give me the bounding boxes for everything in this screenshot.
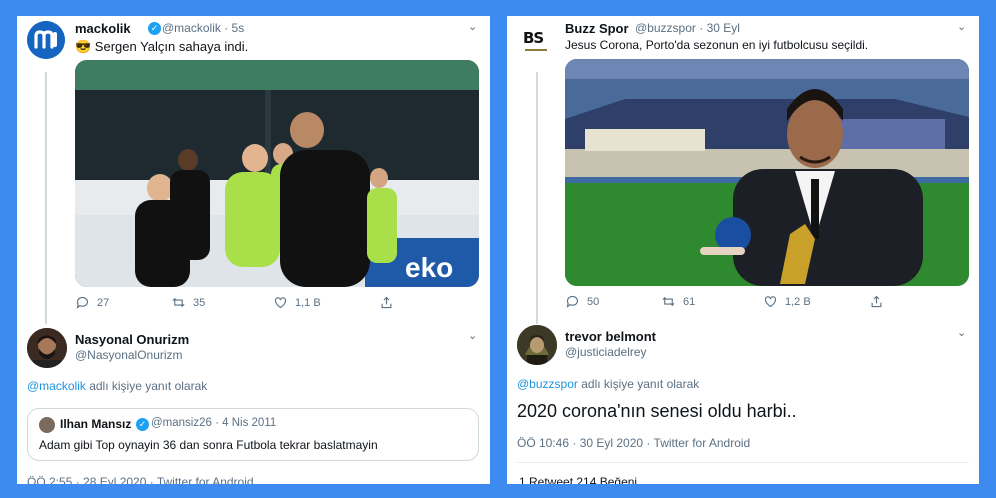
training-photo: eko — [75, 60, 479, 287]
left-tweet-panel: mackolik ✓ @mackolik · 5s ⌄ 😎 Sergen Yal… — [17, 16, 490, 484]
engagement-stats[interactable]: 1 Retweet 214 Beğeni — [519, 475, 637, 484]
author-handle[interactable]: @mackolik — [162, 21, 221, 35]
reply-icon — [566, 295, 579, 308]
reply-count: 50 — [587, 295, 600, 308]
retweet-count: 35 — [193, 296, 206, 309]
quoted-author-name: Ilhan Mansız — [60, 417, 132, 431]
mackolik-avatar[interactable] — [27, 21, 65, 59]
quoted-author-avatar — [39, 417, 55, 433]
logo-underline — [525, 49, 547, 51]
like-count: 1,2 B — [785, 295, 811, 308]
reply-timestamp[interactable]: ÖÖ 10:46 · 30 Eyl 2020 · Twitter for And… — [517, 436, 750, 450]
tweet-time[interactable]: 5s — [232, 21, 245, 35]
like-action[interactable]: 1,1 B — [273, 295, 379, 310]
quoted-author-handle: @mansiz26 — [151, 417, 212, 429]
tweet-text: 😎 Sergen Yalçın sahaya indi. — [75, 39, 249, 54]
reply-icon — [76, 296, 89, 309]
chevron-down-icon[interactable]: ⌄ — [468, 329, 477, 342]
reply-context: @mackolik adlı kişiye yanıt olarak — [27, 379, 207, 393]
reply-context: @buzzspor adlı kişiye yanıt olarak — [517, 377, 699, 391]
tweet-actions: 27 35 1,1 B — [75, 295, 394, 310]
divider — [517, 462, 969, 463]
author-handle[interactable]: @buzzspor — [635, 21, 696, 35]
tweet-actions: 50 61 1,2 B — [565, 294, 884, 309]
retweet-count: 61 — [683, 295, 696, 308]
retweet-action[interactable]: 61 — [661, 294, 763, 309]
quoted-text: Adam gibi Top oynayin 36 dan sonra Futbo… — [39, 438, 378, 452]
like-icon — [764, 296, 777, 308]
reply-to-suffix: adlı kişiye yanıt olarak — [89, 379, 208, 393]
retweet-action[interactable]: 35 — [171, 295, 273, 310]
tweet-photo[interactable]: eko — [75, 60, 479, 287]
mackolik-logo — [27, 21, 65, 59]
reply-author-name[interactable]: trevor belmont — [565, 329, 656, 344]
reply-author-name[interactable]: Nasyonal Onurizm — [75, 332, 189, 347]
share-icon — [381, 296, 392, 309]
retweet-icon — [172, 297, 185, 308]
chevron-down-icon[interactable]: ⌄ — [468, 20, 477, 33]
award-photo — [565, 59, 969, 286]
profile-photo — [27, 328, 67, 368]
tweet-time[interactable]: 30 Eyl — [707, 21, 740, 35]
chevron-down-icon[interactable]: ⌄ — [957, 326, 966, 339]
tweet-text: Jesus Corona, Porto'da sezonun en iyi fu… — [565, 38, 869, 52]
reply-timestamp[interactable]: ÖÖ 2:55 · 28 Eyl 2020 · Twitter for Andr… — [27, 475, 254, 484]
author-name[interactable]: Buzz Spor — [565, 21, 629, 36]
like-count: 1,1 B — [295, 296, 321, 309]
reply-text: 2020 corona'nın senesi oldu harbi.. — [517, 401, 797, 421]
verified-icon: ✓ — [136, 418, 149, 431]
like-icon — [274, 297, 287, 309]
reply-author-handle[interactable]: @NasyonalOnurizm — [75, 348, 183, 362]
quoted-tweet[interactable]: Ilhan Mansız ✓ @mansiz26 · 4 Nis 2011 Ad… — [27, 408, 479, 461]
buzz-spor-avatar[interactable]: BS — [517, 21, 555, 59]
share-action[interactable] — [379, 295, 394, 310]
nasyonal-onurizm-avatar[interactable] — [27, 328, 67, 368]
share-icon — [871, 295, 882, 308]
like-action[interactable]: 1,2 B — [763, 294, 869, 309]
share-action[interactable] — [869, 294, 884, 309]
reply-author-handle[interactable]: @justiciadelrey — [565, 345, 647, 359]
chevron-down-icon[interactable]: ⌄ — [957, 20, 966, 33]
author-name[interactable]: mackolik — [75, 21, 131, 36]
reply-to-link[interactable]: @mackolik — [27, 379, 86, 393]
quoted-date: 4 Nis 2011 — [222, 417, 277, 429]
thread-line — [536, 72, 538, 324]
reply-to-suffix: adlı kişiye yanıt olarak — [581, 377, 700, 391]
right-tweet-panel: BS Buzz Spor @buzzspor · 30 Eyl ⌄ Jesus … — [507, 16, 979, 484]
thread-line — [45, 72, 47, 324]
verified-icon: ✓ — [148, 22, 161, 35]
tweet-photo[interactable] — [565, 59, 969, 286]
retweet-icon — [662, 296, 675, 307]
trevor-belmont-avatar[interactable] — [517, 325, 557, 365]
profile-photo — [517, 325, 557, 365]
reply-action[interactable]: 27 — [75, 295, 171, 310]
reply-to-link[interactable]: @buzzspor — [517, 377, 578, 391]
reply-count: 27 — [97, 296, 110, 309]
reply-action[interactable]: 50 — [565, 294, 661, 309]
svg-text:eko: eko — [405, 252, 453, 283]
buzz-spor-logo: BS — [523, 29, 544, 47]
